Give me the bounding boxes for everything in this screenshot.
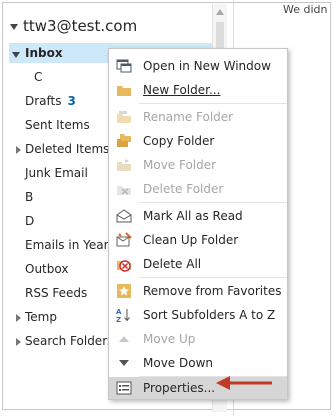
move-up-icon (116, 331, 132, 347)
menu-item-rename-folder[interactable]: Rename Folder (109, 106, 287, 128)
properties-icon (116, 380, 132, 396)
menu-item-move-folder[interactable]: Move Folder (109, 154, 287, 176)
folder-label: Drafts (25, 94, 62, 108)
menu-item-move-down[interactable]: Move Down (109, 352, 287, 374)
menu-item-clean-up-folder[interactable]: Clean Up Folder (109, 229, 287, 251)
folder-temp[interactable]: Temp (25, 310, 57, 324)
menu-item-copy-folder[interactable]: Copy Folder (109, 130, 287, 152)
delete-all-icon (116, 256, 132, 272)
menu-separator (139, 103, 287, 104)
delete-folder-icon (116, 181, 132, 197)
folder-sent-items[interactable]: Sent Items (25, 118, 90, 132)
expand-arrow-icon[interactable] (16, 314, 21, 322)
folder-inbox[interactable]: Inbox (25, 46, 63, 60)
svg-text:A: A (116, 308, 122, 316)
favorites-star-icon (116, 283, 132, 299)
menu-item-move-up[interactable]: Move Up (109, 328, 287, 350)
move-down-icon (116, 355, 132, 371)
folder-context-menu: Open in New Window New Folder... Rename … (108, 48, 288, 400)
folder-rss-feeds[interactable]: RSS Feeds (25, 286, 87, 300)
svg-text:Z: Z (116, 316, 121, 323)
new-window-icon (116, 58, 132, 74)
folder-outbox[interactable]: Outbox (25, 262, 68, 276)
account-header[interactable]: ttw3@test.com (10, 17, 137, 35)
inbox-expand-caret-icon[interactable] (12, 52, 20, 58)
menu-item-open-new-window[interactable]: Open in New Window (109, 55, 287, 77)
expand-arrow-icon[interactable] (16, 338, 21, 346)
folder-drafts[interactable]: Drafts 3 (25, 94, 76, 108)
menu-separator (139, 277, 287, 278)
menu-item-new-folder[interactable]: New Folder... (109, 79, 287, 101)
menu-item-delete-all[interactable]: Delete All (109, 253, 287, 275)
rename-folder-icon (116, 109, 132, 125)
new-folder-icon (116, 82, 132, 98)
folder-search-folders[interactable]: Search Folders (25, 334, 113, 348)
collapse-caret-icon[interactable] (10, 23, 18, 30)
folder-c[interactable]: C (34, 70, 42, 84)
folder-b[interactable]: B (25, 190, 33, 204)
copy-folder-icon (116, 133, 132, 149)
menu-item-remove-from-favorites[interactable]: Remove from Favorites (109, 280, 287, 302)
move-folder-icon (116, 157, 132, 173)
folder-d[interactable]: D (25, 214, 34, 228)
folder-label: Deleted Items (25, 142, 110, 156)
folder-junk-email[interactable]: Junk Email (25, 166, 88, 180)
menu-item-mark-all-read[interactable]: Mark All as Read (109, 205, 287, 227)
reading-pane-text: We didn (283, 3, 328, 16)
pointer-arrow-icon (216, 376, 272, 390)
menu-item-sort-subfolders[interactable]: AZ Sort Subfolders A to Z (109, 304, 287, 326)
clean-up-icon (116, 232, 132, 248)
scroll-up-arrow-icon[interactable] (216, 9, 224, 15)
unread-count: 3 (67, 94, 76, 108)
menu-item-delete-folder[interactable]: Delete Folder (109, 178, 287, 200)
sort-az-icon: AZ (116, 307, 132, 323)
menu-separator (139, 202, 287, 203)
account-email: ttw3@test.com (23, 17, 138, 35)
mark-read-icon (116, 208, 132, 224)
expand-arrow-icon[interactable] (16, 146, 21, 154)
